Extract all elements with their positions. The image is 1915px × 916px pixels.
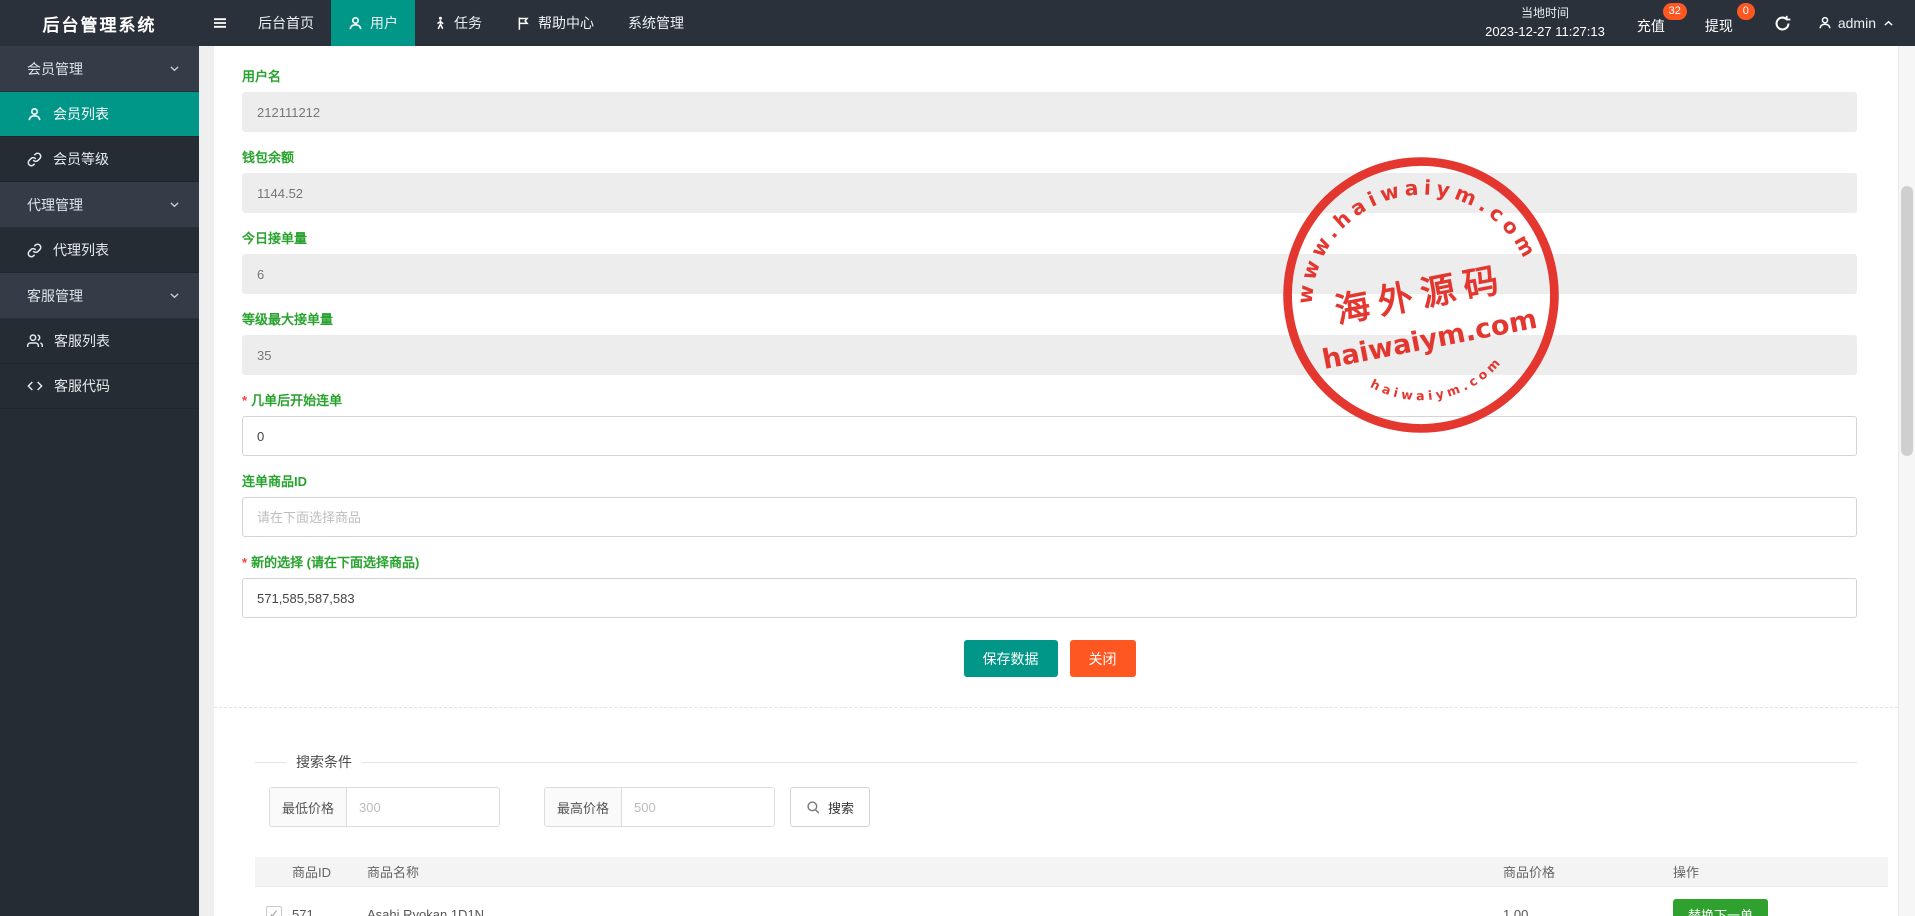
field-label: 几单后开始连单 bbox=[251, 393, 342, 408]
walking-person-icon bbox=[432, 16, 447, 31]
sidebar-item-service-list[interactable]: 客服列表 bbox=[0, 319, 199, 364]
cell-product-price: 1.00 bbox=[1503, 907, 1673, 916]
sidebar-item-member-list[interactable]: 会员列表 bbox=[0, 92, 199, 137]
code-icon bbox=[27, 378, 43, 394]
field-label: 用户名 bbox=[242, 69, 281, 84]
column-header: 商品名称 bbox=[367, 862, 1503, 881]
search-icon bbox=[806, 800, 821, 815]
chevron-down-icon bbox=[168, 289, 181, 302]
nav-item-home[interactable]: 后台首页 bbox=[241, 0, 331, 46]
flag-icon bbox=[516, 16, 531, 31]
table-row: ✓ 571 Asahi Ryokan 1D1N 1.00 替换下一单 bbox=[255, 887, 1888, 916]
link-icon bbox=[27, 152, 42, 167]
refresh-button[interactable] bbox=[1759, 0, 1806, 46]
column-header: 操作 bbox=[1673, 862, 1888, 881]
chevron-down-icon bbox=[168, 62, 181, 75]
products-table: 商品ID 商品名称 商品价格 操作 ✓ 571 Asahi Ryokan 1D1… bbox=[255, 857, 1888, 916]
form-field-new-selection: * 新的选择 (请在下面选择商品) bbox=[242, 552, 1857, 618]
link-icon bbox=[27, 243, 42, 258]
person-icon bbox=[27, 107, 42, 122]
form-field-wallet-balance: 钱包余额 bbox=[242, 147, 1857, 213]
nav-item-tasks[interactable]: 任务 bbox=[415, 0, 499, 46]
today-orders-input[interactable] bbox=[242, 254, 1857, 294]
field-label: 今日接单量 bbox=[242, 231, 307, 246]
min-price-label: 最低价格 bbox=[270, 788, 347, 826]
required-asterisk: * bbox=[242, 555, 247, 570]
cell-product-name: Asahi Ryokan 1D1N bbox=[367, 907, 1503, 916]
field-label: 钱包余额 bbox=[242, 150, 294, 165]
local-time-value: 2023-12-27 11:27:13 bbox=[1485, 22, 1605, 42]
row-checkbox[interactable]: ✓ bbox=[266, 906, 282, 916]
chevron-up-icon bbox=[1882, 17, 1895, 30]
form-field-max-orders: 等级最大接单量 bbox=[242, 309, 1857, 375]
nav-item-users[interactable]: 用户 bbox=[331, 0, 415, 46]
sidebar-group-agent-mgmt[interactable]: 代理管理 bbox=[0, 182, 199, 228]
scrollbar-thumb[interactable] bbox=[1901, 186, 1913, 456]
person-icon bbox=[348, 16, 363, 31]
nav-item-help[interactable]: 帮助中心 bbox=[499, 0, 611, 46]
withdraw-badge: 0 bbox=[1737, 3, 1755, 20]
content-card: 用户名 钱包余额 今日接单量 等级最大接单量 * 几单后开始连单 连单商品ID *… bbox=[214, 46, 1898, 916]
max-orders-input[interactable] bbox=[242, 335, 1857, 375]
sidebar: 会员管理 会员列表 会员等级 代理管理 代理列表 客服管理 bbox=[0, 46, 199, 916]
local-time: 当地时间 2023-12-27 11:27:13 bbox=[1467, 0, 1623, 46]
search-button[interactable]: 搜索 bbox=[790, 787, 870, 827]
sidebar-group-member-mgmt[interactable]: 会员管理 bbox=[0, 46, 199, 92]
sidebar-toggle-button[interactable] bbox=[199, 0, 241, 46]
form-field-combo-start: * 几单后开始连单 bbox=[242, 390, 1857, 456]
withdraw-button[interactable]: 提现 0 bbox=[1691, 0, 1759, 46]
field-label: 等级最大接单量 bbox=[242, 312, 333, 327]
form-actions: 保存数据 关闭 bbox=[242, 640, 1857, 677]
combo-product-id-input[interactable] bbox=[242, 497, 1857, 537]
close-button[interactable]: 关闭 bbox=[1070, 640, 1136, 677]
recharge-badge: 32 bbox=[1663, 3, 1687, 20]
form-field-combo-product-id: 连单商品ID bbox=[242, 471, 1857, 537]
cell-product-id: 571 bbox=[292, 907, 367, 916]
max-price-group: 最高价格 bbox=[544, 787, 775, 827]
column-header: 商品ID bbox=[292, 862, 367, 881]
local-time-label: 当地时间 bbox=[1485, 4, 1605, 23]
person-icon bbox=[1818, 16, 1832, 30]
users-icon bbox=[27, 333, 43, 349]
refresh-icon bbox=[1774, 15, 1791, 32]
form-field-today-orders: 今日接单量 bbox=[242, 228, 1857, 294]
replace-next-order-button[interactable]: 替换下一单 bbox=[1673, 899, 1768, 916]
form-field-username: 用户名 bbox=[242, 66, 1857, 132]
section-divider bbox=[214, 707, 1898, 708]
username-input[interactable] bbox=[242, 92, 1857, 132]
main-content: 用户名 钱包余额 今日接单量 等级最大接单量 * 几单后开始连单 连单商品ID *… bbox=[199, 46, 1915, 916]
user-menu[interactable]: admin bbox=[1806, 0, 1915, 46]
top-navbar: 后台管理系统 后台首页 用户 任务 帮助中心 系统管理 当地时间 2023-12… bbox=[0, 0, 1915, 46]
field-label: 新的选择 (请在下面选择商品) bbox=[251, 555, 419, 570]
sidebar-item-member-level[interactable]: 会员等级 bbox=[0, 137, 199, 182]
sidebar-item-agent-list[interactable]: 代理列表 bbox=[0, 228, 199, 273]
search-panel-title: 搜索条件 bbox=[286, 752, 362, 772]
save-button[interactable]: 保存数据 bbox=[964, 640, 1058, 677]
sidebar-group-service-mgmt[interactable]: 客服管理 bbox=[0, 273, 199, 319]
new-selection-input[interactable] bbox=[242, 578, 1857, 618]
field-label: 连单商品ID bbox=[242, 474, 307, 489]
vertical-scrollbar bbox=[1898, 46, 1915, 916]
max-price-label: 最高价格 bbox=[545, 788, 622, 826]
column-header: 商品价格 bbox=[1503, 862, 1673, 881]
wallet-balance-input[interactable] bbox=[242, 173, 1857, 213]
recharge-button[interactable]: 充值 32 bbox=[1623, 0, 1691, 46]
hamburger-icon bbox=[212, 15, 228, 31]
sidebar-item-service-code[interactable]: 客服代码 bbox=[0, 364, 199, 409]
navbar-right: 当地时间 2023-12-27 11:27:13 充值 32 提现 0 admi… bbox=[1467, 0, 1915, 46]
required-asterisk: * bbox=[242, 393, 247, 408]
nav-item-system[interactable]: 系统管理 bbox=[611, 0, 701, 46]
check-icon: ✓ bbox=[269, 907, 279, 916]
combo-start-input[interactable] bbox=[242, 416, 1857, 456]
username: admin bbox=[1838, 15, 1876, 31]
chevron-down-icon bbox=[168, 198, 181, 211]
max-price-input[interactable] bbox=[622, 788, 774, 826]
min-price-input[interactable] bbox=[347, 788, 499, 826]
min-price-group: 最低价格 bbox=[269, 787, 500, 827]
table-header: 商品ID 商品名称 商品价格 操作 bbox=[255, 857, 1888, 887]
app-title: 后台管理系统 bbox=[0, 0, 199, 46]
search-panel: 搜索条件 最低价格 最高价格 搜索 bbox=[255, 752, 1857, 827]
